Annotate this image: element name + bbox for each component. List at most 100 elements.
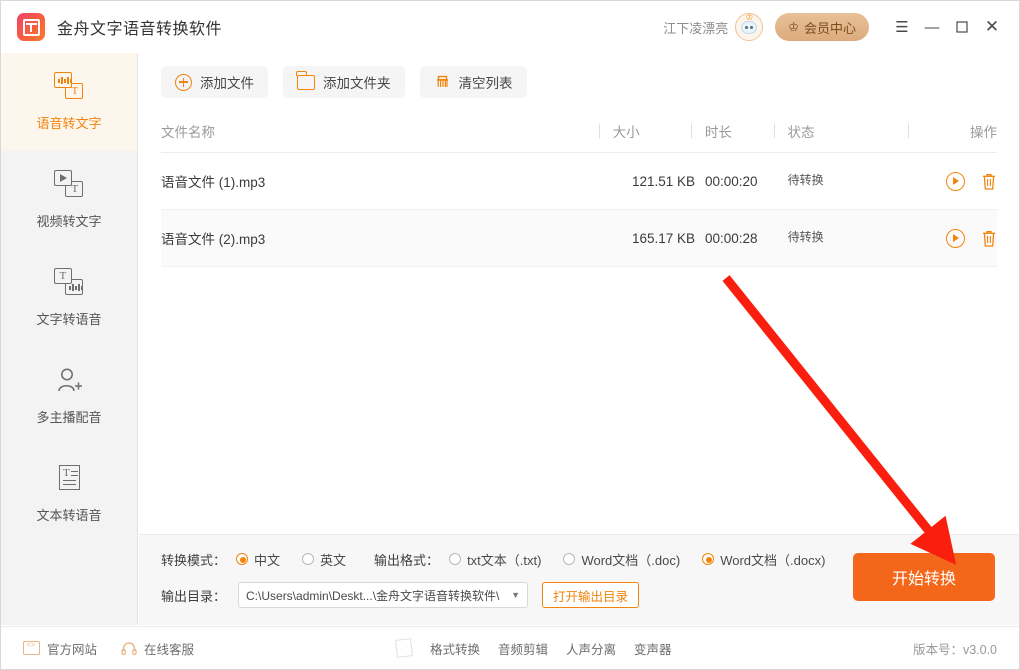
footer-bar: 官方网站 在线客服 格式转换 音频剪辑 人声分离 变声器 版本号：v3.0.0: [1, 626, 1019, 669]
username-label: 江下凌漂亮: [663, 20, 729, 36]
file-status: 待转换: [788, 228, 922, 249]
clear-list-label: 清空列表: [458, 76, 513, 91]
radio-label: txt文本（.txt): [467, 552, 542, 568]
header-right-group: 江下凌漂亮 ♔ ♔ 会员中心 ☰ — ✕: [663, 1, 1019, 53]
tool-vocal-separate[interactable]: 人声分离: [566, 639, 616, 658]
broom-icon: [434, 74, 451, 91]
radio-format-doc[interactable]: Word文档（.doc): [563, 550, 680, 569]
radio-mode-english[interactable]: 英文: [302, 550, 346, 569]
voice-to-text-icon: T: [52, 72, 86, 102]
text-to-voice-icon: T: [52, 268, 86, 298]
output-dir-label: 输出目录：: [161, 588, 227, 604]
sidebar-item-text-file-to-voice[interactable]: T 文本转语音: [1, 445, 137, 543]
sidebar: T 语音转文字 T 视频转文字 T 文字转语音 多主播配音 T 文本转语音: [1, 53, 138, 625]
format-radio-group: txt文本（.txt) Word文档（.doc) Word文档（.docx): [449, 550, 825, 569]
radio-label: 中文: [254, 552, 281, 568]
column-header-action: 操作: [922, 121, 997, 141]
open-output-dir-button[interactable]: 打开输出目录: [542, 582, 640, 608]
file-table-header: 文件名称 大小 时长 状态 操作: [161, 110, 997, 153]
play-circle-icon[interactable]: [946, 171, 965, 191]
file-name: 语音文件 (1).mp3: [161, 175, 266, 190]
toolbar: 添加文件 添加文件夹 清空列表: [139, 53, 1019, 98]
monitor-icon: [23, 640, 40, 655]
footer-tools-group: 格式转换 音频剪辑 人声分离 变声器: [394, 638, 672, 658]
output-path-select[interactable]: C:\Users\admin\Deskt...\金舟文字语音转换软件\ ▼: [238, 582, 529, 608]
application-window: 金舟文字语音转换软件 江下凌漂亮 ♔ ♔ 会员中心 ☰ — ✕ T 语音转文字 …: [0, 0, 1020, 670]
video-to-text-icon: T: [52, 170, 86, 200]
official-site-label: 官方网站: [47, 642, 98, 657]
add-file-button[interactable]: 添加文件: [161, 66, 268, 98]
avatar-crown-icon: ♔: [745, 12, 754, 22]
official-site-link[interactable]: 官方网站: [23, 639, 97, 658]
status-badge: 待转换: [787, 172, 824, 187]
multi-speaker-icon: [52, 366, 86, 396]
radio-mode-chinese[interactable]: 中文: [236, 550, 280, 569]
sidebar-item-label: 语音转文字: [36, 116, 102, 131]
table-row[interactable]: 语音文件 (2).mp3 165.17 KB 00:00:28 待转换: [161, 210, 997, 267]
file-name: 语音文件 (2).mp3: [161, 232, 266, 247]
trash-icon[interactable]: [981, 229, 997, 248]
output-path-value: C:\Users\admin\Deskt...\金舟文字语音转换软件\: [246, 588, 500, 603]
minimize-icon[interactable]: —: [917, 1, 947, 53]
avatar[interactable]: ♔: [735, 12, 764, 41]
sidebar-item-label: 文字转语音: [36, 312, 102, 327]
file-duration: 00:00:28: [705, 230, 758, 246]
column-header-status: 状态: [788, 121, 923, 141]
online-service-link[interactable]: 在线客服: [121, 639, 194, 658]
row-action-group: [922, 228, 997, 248]
menu-icon[interactable]: ☰: [887, 1, 917, 53]
trash-icon[interactable]: [981, 172, 997, 191]
main-content: 添加文件 添加文件夹 清空列表 文件名称 大小 时长 状态 操作 语音文件 (1…: [139, 53, 1019, 534]
start-conversion-button[interactable]: 开始转换: [853, 553, 995, 601]
text-file-to-voice-icon: T: [52, 464, 86, 494]
headset-icon: [121, 641, 137, 656]
sidebar-item-label: 多主播配音: [36, 410, 102, 425]
radio-format-docx[interactable]: Word文档（.docx): [702, 550, 825, 569]
mode-radio-group: 中文 英文: [236, 550, 346, 569]
clear-list-button[interactable]: 清空列表: [419, 66, 527, 98]
format-label: 输出格式：: [374, 552, 440, 568]
member-center-button[interactable]: ♔ 会员中心: [775, 13, 869, 41]
sidebar-item-voice-to-text[interactable]: T 语音转文字: [1, 53, 137, 151]
file-status: 待转换: [788, 171, 922, 192]
table-row[interactable]: 语音文件 (1).mp3 121.51 KB 00:00:20 待转换: [161, 153, 997, 210]
sidebar-item-label: 文本转语音: [36, 508, 102, 523]
add-folder-label: 添加文件夹: [323, 76, 391, 91]
sidebar-item-label: 视频转文字: [36, 214, 102, 229]
file-size: 121.51 KB: [631, 173, 696, 189]
column-header-duration: 时长: [705, 121, 788, 141]
close-icon[interactable]: ✕: [977, 1, 1007, 53]
plus-circle-icon: [175, 73, 192, 91]
app-logo-icon: [17, 13, 45, 41]
radio-label: Word文档（.docx): [720, 552, 826, 568]
radio-format-txt[interactable]: txt文本（.txt): [449, 550, 541, 569]
sidebar-item-multi-speaker[interactable]: 多主播配音: [1, 347, 137, 445]
column-header-name: 文件名称: [161, 125, 215, 140]
folder-icon: [296, 70, 315, 90]
online-service-label: 在线客服: [144, 642, 195, 657]
maximize-icon[interactable]: [947, 1, 977, 53]
file-duration: 00:00:20: [705, 173, 758, 189]
add-folder-button[interactable]: 添加文件夹: [283, 66, 405, 98]
version-label: 版本号：v3.0.0: [912, 642, 997, 657]
file-size: 165.17 KB: [631, 230, 696, 246]
sidebar-item-video-to-text[interactable]: T 视频转文字: [1, 151, 137, 249]
title-bar: 金舟文字语音转换软件 江下凌漂亮 ♔ ♔ 会员中心 ☰ — ✕: [1, 1, 1019, 53]
chevron-down-icon: ▼: [511, 590, 521, 600]
crown-icon: ♔: [788, 20, 799, 34]
status-badge: 待转换: [787, 229, 824, 244]
tool-voice-changer[interactable]: 变声器: [634, 639, 672, 658]
page-title: 金舟文字语音转换软件: [57, 21, 223, 38]
add-file-label: 添加文件: [200, 76, 254, 91]
radio-label: Word文档（.doc): [581, 552, 681, 568]
row-action-group: [922, 171, 997, 191]
radio-label: 英文: [320, 552, 347, 568]
play-circle-icon[interactable]: [946, 228, 965, 248]
tool-format-convert[interactable]: 格式转换: [430, 639, 480, 658]
sidebar-item-text-to-voice[interactable]: T 文字转语音: [1, 249, 137, 347]
member-center-label: 会员中心: [803, 20, 856, 36]
settings-bar: 转换模式： 中文 英文 输出格式： txt文本（.txt) Word文档（.do…: [139, 534, 1019, 625]
page-icon: [394, 638, 414, 658]
mode-label: 转换模式：: [161, 552, 227, 568]
tool-audio-edit[interactable]: 音频剪辑: [498, 639, 548, 658]
